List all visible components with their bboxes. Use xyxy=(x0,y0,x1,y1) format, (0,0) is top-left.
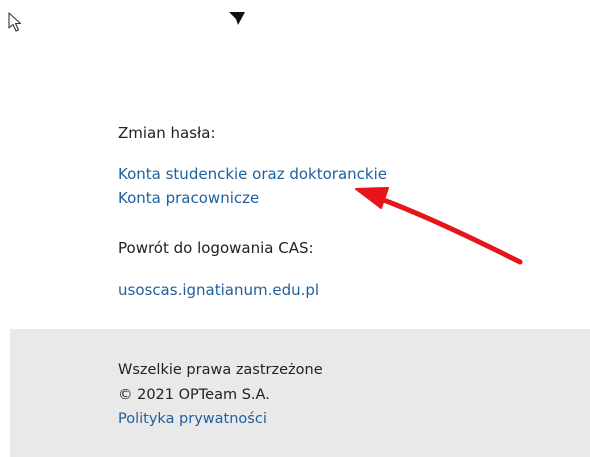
privacy-policy-link[interactable]: Polityka prywatności xyxy=(118,411,267,427)
student-accounts-link[interactable]: Konta studenckie oraz doktoranckie xyxy=(118,165,387,183)
red-arrow-annotation xyxy=(355,187,523,265)
cas-return-heading: Powrót do logowania CAS: xyxy=(118,239,314,257)
mouse-pointer-icon xyxy=(8,12,22,32)
password-change-heading: Zmian hasła: xyxy=(118,124,216,142)
rights-reserved-text: Wszelkie prawa zastrzeżone xyxy=(118,362,323,378)
copyright-text: © 2021 OPTeam S.A. xyxy=(118,387,270,403)
page: Zmian hasła: Konta studenckie oraz dokto… xyxy=(0,0,590,457)
cas-login-link[interactable]: usoscas.ignatianum.edu.pl xyxy=(118,281,319,299)
logo-fragment-icon xyxy=(229,12,245,25)
employee-accounts-link[interactable]: Konta pracownicze xyxy=(118,189,259,207)
footer: Wszelkie prawa zastrzeżone © 2021 OPTeam… xyxy=(10,329,590,457)
